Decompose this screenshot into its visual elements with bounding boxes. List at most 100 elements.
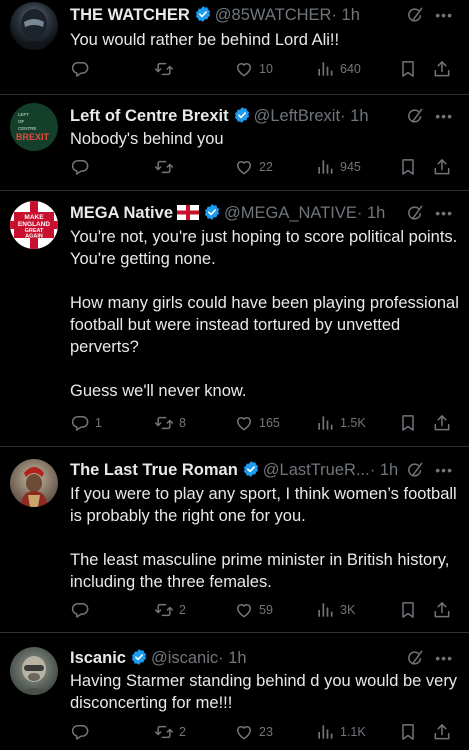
repost-icon <box>154 413 174 433</box>
more-icon[interactable]: ••• <box>435 646 453 670</box>
reply-icon <box>70 59 90 79</box>
reply-button[interactable] <box>70 58 95 80</box>
share-button[interactable] <box>432 599 452 621</box>
views-button[interactable]: 1.5K <box>315 412 366 434</box>
tweet-paragraph: If you were to play any sport, I think w… <box>70 485 457 525</box>
share-button[interactable] <box>432 58 452 80</box>
bookmark-button[interactable] <box>398 412 418 434</box>
views-button[interactable]: 945 <box>315 156 361 178</box>
grok-icon[interactable] <box>405 203 425 223</box>
display-name[interactable]: THE WATCHER <box>70 6 190 24</box>
avatar[interactable]: MAKE ENGLAND GREAT AGAIN <box>10 201 58 249</box>
svg-text:ENGLAND: ENGLAND <box>18 221 50 228</box>
repost-button[interactable]: 2 <box>154 599 186 621</box>
views-count: 640 <box>340 62 361 76</box>
tweet[interactable]: Iscanic @iscanic· 1h ••• Having Starmer s… <box>0 633 469 750</box>
display-name[interactable]: Iscanic <box>70 649 126 667</box>
verified-icon <box>242 460 260 478</box>
views-button[interactable]: 640 <box>315 58 361 80</box>
like-count: 59 <box>259 603 273 617</box>
timestamp[interactable]: · 1h <box>370 461 398 479</box>
more-icon[interactable]: ••• <box>435 458 453 482</box>
avatar[interactable] <box>10 647 58 695</box>
repost-button[interactable]: 8 <box>154 412 186 434</box>
avatar-logo: LEFT OF CENTRE BREXIT <box>16 112 50 142</box>
england-flag-icon <box>177 205 199 220</box>
share-button[interactable] <box>432 156 452 178</box>
tweet-paragraph: How many girls could have been playing p… <box>70 294 459 356</box>
avatar[interactable] <box>10 2 58 50</box>
display-name[interactable]: The Last True Roman <box>70 461 238 479</box>
like-button[interactable]: 59 <box>234 599 273 621</box>
share-button[interactable] <box>432 412 452 434</box>
like-button[interactable]: 10 <box>234 58 273 80</box>
share-button[interactable] <box>432 721 452 743</box>
like-button[interactable]: 23 <box>234 721 273 743</box>
reply-icon <box>70 600 90 620</box>
handle[interactable]: @iscanic <box>151 649 218 667</box>
reply-icon <box>70 413 90 433</box>
grok-icon[interactable] <box>405 648 425 668</box>
views-button[interactable]: 1.1K <box>315 721 366 743</box>
bookmark-icon <box>398 157 418 177</box>
display-name[interactable]: Left of Centre Brexit <box>70 107 229 125</box>
bookmark-button[interactable] <box>398 156 418 178</box>
like-button[interactable]: 22 <box>234 156 273 178</box>
more-icon[interactable]: ••• <box>435 3 453 27</box>
display-name[interactable]: MEGA Native <box>70 204 173 222</box>
tweet[interactable]: MAKE ENGLAND GREAT AGAIN MEGA Native @MEG… <box>0 191 469 447</box>
more-icon[interactable]: ••• <box>435 201 453 225</box>
views-count: 1.5K <box>340 416 366 430</box>
views-count: 945 <box>340 160 361 174</box>
verified-icon <box>203 203 221 221</box>
like-icon <box>234 157 254 177</box>
repost-button[interactable]: 2 <box>154 721 186 743</box>
reply-count: 1 <box>95 416 102 430</box>
tweet[interactable]: LEFT OF CENTRE BREXIT Left of Centre Bre… <box>0 95 469 191</box>
handle[interactable]: @85WATCHER <box>215 6 332 24</box>
repost-button[interactable] <box>154 58 179 80</box>
bookmark-icon <box>398 722 418 742</box>
views-icon <box>315 59 335 79</box>
bookmark-button[interactable] <box>398 599 418 621</box>
tweet[interactable]: THE WATCHER @85WATCHER· 1h ••• You would … <box>0 0 469 95</box>
action-bar: 2 59 3K <box>70 599 455 621</box>
avatar-image <box>20 467 48 507</box>
handle[interactable]: @MEGA_NATIVE <box>224 204 357 222</box>
handle[interactable]: @LastTrueR... <box>263 461 370 479</box>
bookmark-button[interactable] <box>398 58 418 80</box>
views-button[interactable]: 3K <box>315 599 355 621</box>
svg-text:OF: OF <box>18 119 25 124</box>
avatar-image <box>18 9 50 50</box>
reply-button[interactable] <box>70 721 95 743</box>
timestamp[interactable]: · 1h <box>340 107 368 125</box>
reply-button[interactable]: 1 <box>70 412 102 434</box>
reply-button[interactable] <box>70 156 95 178</box>
repost-button[interactable] <box>154 156 179 178</box>
bookmark-button[interactable] <box>398 721 418 743</box>
timestamp[interactable]: · 1h <box>218 649 246 667</box>
tweet[interactable]: The Last True Roman @LastTrueR...· 1h •••… <box>0 447 469 633</box>
more-icon[interactable]: ••• <box>435 104 453 128</box>
handle[interactable]: @LeftBrexit <box>254 107 340 125</box>
grok-icon[interactable] <box>405 460 425 480</box>
share-icon <box>432 600 452 620</box>
timestamp[interactable]: · 1h <box>357 204 385 222</box>
views-count: 3K <box>340 603 356 617</box>
like-icon <box>234 722 254 742</box>
action-bar: 1 8 165 1.5K <box>70 412 455 434</box>
grok-icon[interactable] <box>405 5 425 25</box>
svg-text:AGAIN: AGAIN <box>25 234 43 240</box>
like-count: 23 <box>259 725 273 739</box>
avatar[interactable] <box>10 459 58 507</box>
action-bar: 22 945 <box>70 156 455 178</box>
reply-button[interactable] <box>70 599 95 621</box>
views-icon <box>315 600 335 620</box>
grok-icon[interactable] <box>405 106 425 126</box>
timestamp[interactable]: · 1h <box>331 6 359 24</box>
like-button[interactable]: 165 <box>234 412 280 434</box>
like-icon <box>234 413 254 433</box>
avatar-image <box>18 656 50 695</box>
avatar[interactable]: LEFT OF CENTRE BREXIT <box>10 103 58 151</box>
tweet-paragraph: You would rather be behind Lord Ali!! <box>70 31 340 49</box>
